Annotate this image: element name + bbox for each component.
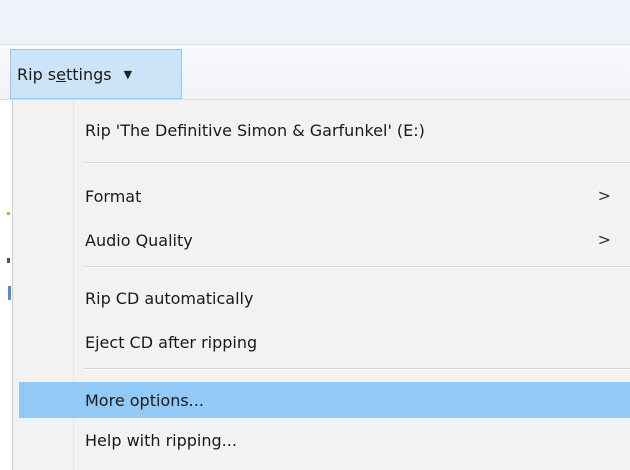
menu-separator-highlight	[85, 163, 630, 164]
menu-separator-highlight	[85, 369, 630, 370]
menu-item-label: Rip CD automatically	[85, 288, 254, 308]
background-window-edge	[0, 100, 12, 470]
menu-separator-highlight	[85, 267, 630, 268]
menu-item-label: Rip 'The Definitive Simon & Garfunkel' (…	[85, 120, 425, 140]
menu-item-help-ripping[interactable]: Help with ripping...	[19, 422, 630, 458]
menu-item-audio-quality[interactable]: Audio Quality >	[19, 222, 630, 258]
menu-item-label: More options...	[85, 390, 204, 410]
menu-item-label: Help with ripping...	[85, 430, 237, 450]
rip-settings-label-accelerator: e	[56, 64, 66, 84]
menu-item-rip-automatically[interactable]: Rip CD automatically	[19, 280, 630, 316]
menu-item-label: Eject CD after ripping	[85, 332, 258, 352]
rip-settings-button[interactable]: Rip s e ttings ▼	[10, 49, 182, 99]
rip-settings-label-suffix: ttings	[65, 64, 112, 84]
menu-item-eject-after-ripping[interactable]: Eject CD after ripping	[19, 324, 630, 360]
title-strip	[0, 0, 630, 44]
rip-settings-menu: Rip 'The Definitive Simon & Garfunkel' (…	[12, 100, 630, 470]
menu-item-label: Audio Quality	[85, 230, 193, 250]
menu-item-more-options[interactable]: More options...	[19, 382, 630, 418]
background-marker	[7, 212, 10, 215]
chevron-down-icon: ▼	[123, 67, 133, 81]
background-marker	[8, 286, 11, 300]
menu-item-format[interactable]: Format >	[19, 178, 630, 214]
background-marker	[7, 258, 10, 263]
menu-item-label: Format	[85, 186, 142, 206]
rip-settings-label-prefix: Rip s	[17, 64, 57, 84]
menu-item-rip-disc[interactable]: Rip 'The Definitive Simon & Garfunkel' (…	[19, 112, 630, 148]
chevron-right-icon: >	[597, 186, 611, 205]
chevron-right-icon: >	[597, 230, 611, 249]
